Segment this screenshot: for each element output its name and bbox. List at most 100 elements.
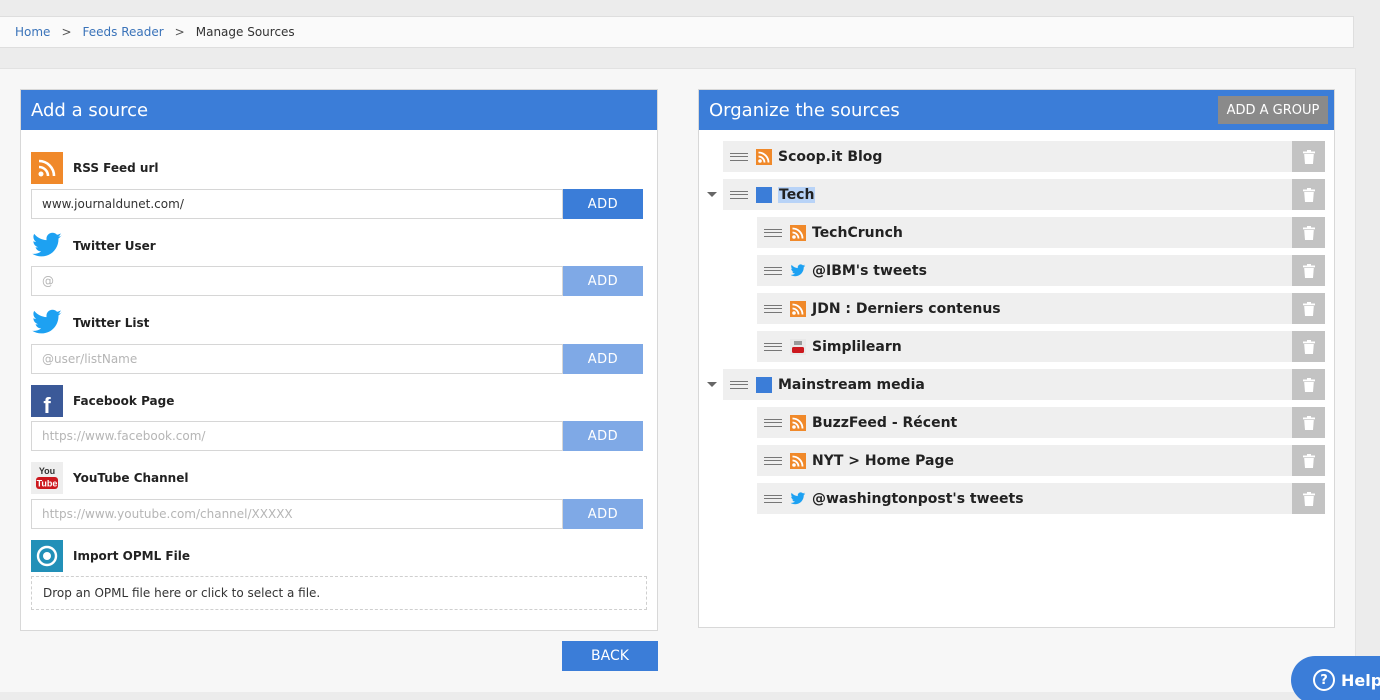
tree-row-label: Mainstream media [778,376,925,393]
add-source-card: Add a source RSS Feed url ADD Twitter Us… [20,89,658,631]
breadcrumb-separator: > [174,25,185,39]
facebook-label-row: f Facebook Page [31,385,174,417]
svg-text:You: You [39,466,55,476]
rss-icon [756,148,772,165]
tree-source-row[interactable]: NYT > Home Page [757,445,1325,476]
rss-feed-url-input[interactable] [31,189,563,219]
opml-icon [31,540,63,572]
facebook-page-label: Facebook Page [73,394,175,408]
opml-dropzone[interactable]: Drop an OPML file here or click to selec… [31,576,647,610]
tree-row-label: @washingtonpost's tweets [812,490,1024,507]
drag-handle-icon[interactable] [764,418,782,427]
rss-icon [790,414,806,431]
twitter-list-label: Twitter List [73,316,150,330]
add-facebook-button[interactable]: ADD [563,421,643,451]
youtube-label-row: You Tube YouTube Channel [31,462,188,494]
twitter-list-label-row: Twitter List [31,307,149,339]
trash-icon[interactable] [1292,331,1325,362]
collapse-toggle-icon[interactable] [707,192,717,197]
trash-icon[interactable] [1292,407,1325,438]
twitter-user-input-row: ADD [31,266,643,296]
tree-row-label: BuzzFeed - Récent [812,414,958,431]
trash-icon[interactable] [1292,293,1325,324]
opml-label-row: Import OPML File [31,540,190,572]
tree-source-row[interactable]: Simplilearn [757,331,1325,362]
twitter-bird-icon [31,230,63,262]
facebook-input-row: ADD [31,421,643,451]
trash-icon[interactable] [1292,445,1325,476]
twitter-user-label: Twitter User [73,239,156,253]
facebook-icon: f [31,385,63,417]
help-button[interactable]: ? Help [1291,656,1380,700]
drag-handle-icon[interactable] [730,380,748,389]
rss-input-row: ADD [31,189,643,219]
tree-row-label: Tech [778,186,816,203]
drag-handle-icon[interactable] [764,456,782,465]
tree-source-row[interactable]: Scoop.it Blog [723,141,1325,172]
twitter-list-input[interactable] [31,344,563,374]
folder-square-icon [756,376,772,393]
trash-icon[interactable] [1292,141,1325,172]
import-opml-label: Import OPML File [73,549,190,563]
rss-icon [31,152,63,184]
add-twitter-list-button[interactable]: ADD [563,344,643,374]
twitter-user-input[interactable] [31,266,563,296]
tree-source-row[interactable]: JDN : Derniers contenus [757,293,1325,324]
tree-row-label: NYT > Home Page [812,452,955,469]
collapse-toggle-icon[interactable] [707,382,717,387]
back-button[interactable]: BACK [562,641,658,671]
drag-handle-icon[interactable] [730,152,748,161]
tree-source-row[interactable]: @washingtonpost's tweets [757,483,1325,514]
rss-icon [790,300,806,317]
svg-text:Tube: Tube [37,479,58,489]
twitter-bird-icon [790,263,806,279]
breadcrumb-feeds-link[interactable]: Feeds Reader [83,25,164,39]
add-rss-button[interactable]: ADD [563,189,643,219]
rss-feed-url-label: RSS Feed url [73,161,159,175]
rss-source-label-row: RSS Feed url [31,152,159,184]
add-youtube-button[interactable]: ADD [563,499,643,529]
trash-icon[interactable] [1292,217,1325,248]
facebook-page-input[interactable] [31,421,563,451]
tree-group-row[interactable]: Mainstream media [723,369,1325,400]
organize-sources-card: Organize the sources ADD A GROUP Scoop.i… [698,89,1335,628]
trash-icon[interactable] [1292,483,1325,514]
tree-row-label: @IBM's tweets [812,262,927,279]
tree-row-label: JDN : Derniers contenus [812,300,1001,317]
youtube-channel-input[interactable] [31,499,563,529]
tree-row-label: TechCrunch [812,224,903,241]
trash-icon[interactable] [1292,369,1325,400]
tree-source-row[interactable]: TechCrunch [757,217,1325,248]
add-group-button[interactable]: ADD A GROUP [1218,96,1328,124]
tree-source-row[interactable]: @IBM's tweets [757,255,1325,286]
help-question-icon: ? [1313,669,1335,691]
youtube-channel-label: YouTube Channel [73,471,189,485]
organize-sources-title: Organize the sources [709,99,900,121]
youtube-icon [790,338,806,355]
breadcrumb-separator: > [61,25,72,39]
tree-group-row[interactable]: Tech [723,179,1325,210]
twitter-bird-icon [790,491,806,507]
add-source-title: Add a source [21,90,657,130]
trash-icon[interactable] [1292,255,1325,286]
rss-icon [790,224,806,241]
twitter-list-input-row: ADD [31,344,643,374]
add-twitter-user-button[interactable]: ADD [563,266,643,296]
drag-handle-icon[interactable] [764,304,782,313]
tree-row-label: Scoop.it Blog [778,148,883,165]
breadcrumb: Home > Feeds Reader > Manage Sources [0,16,1354,48]
drag-handle-icon[interactable] [764,342,782,351]
trash-icon[interactable] [1292,179,1325,210]
drag-handle-icon[interactable] [730,190,748,199]
drag-handle-icon[interactable] [764,494,782,503]
rss-icon [790,452,806,469]
drag-handle-icon[interactable] [764,228,782,237]
youtube-input-row: ADD [31,499,643,529]
help-label: Help [1341,670,1380,690]
organize-header: Organize the sources ADD A GROUP [699,90,1334,130]
breadcrumb-home-link[interactable]: Home [15,25,50,39]
drag-handle-icon[interactable] [764,266,782,275]
folder-square-icon [756,186,772,203]
tree-source-row[interactable]: BuzzFeed - Récent [757,407,1325,438]
tree-row-label: Simplilearn [812,338,902,355]
